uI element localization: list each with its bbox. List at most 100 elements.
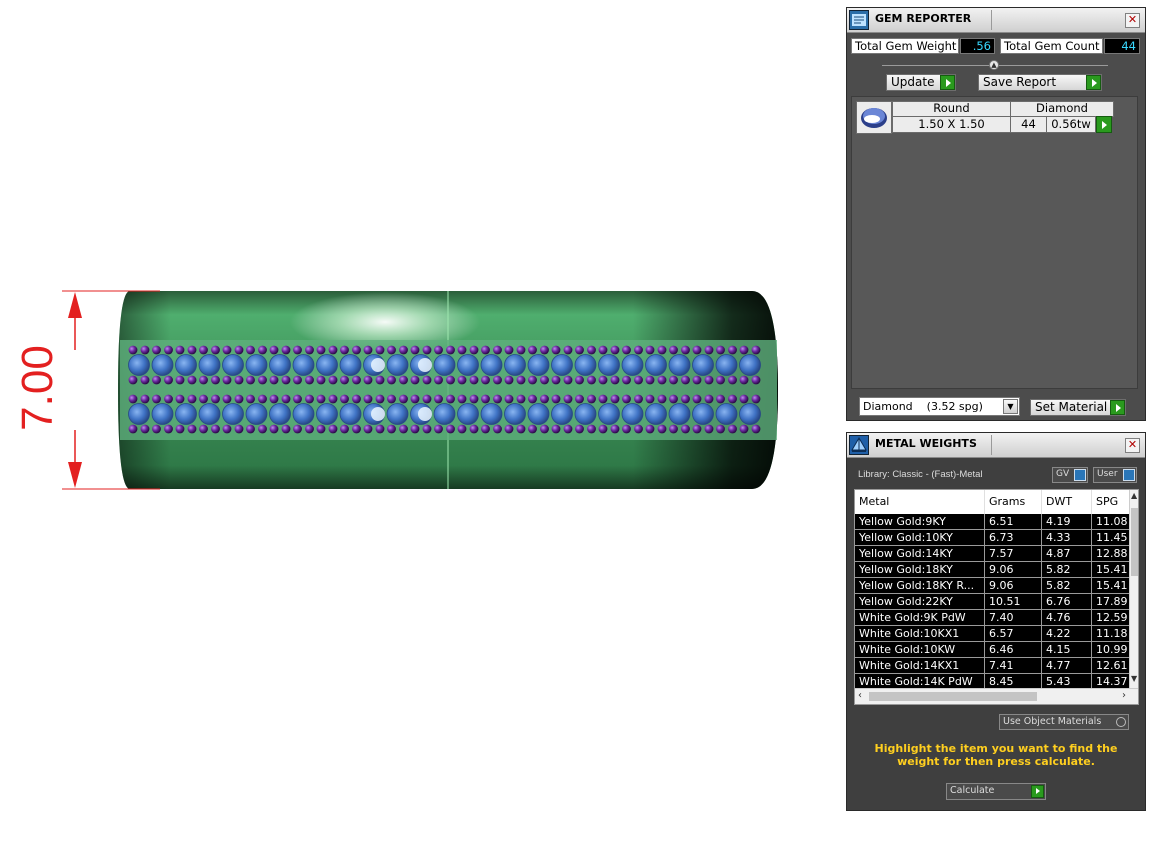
gem-list-item[interactable]: Round Diamond 1.50 X 1.50 44 0.56tw [856,101,1116,135]
gem-stone [269,354,291,376]
total-gem-weight-label: Total Gem Weight [851,38,959,54]
gem-highlight [418,407,432,421]
table-row[interactable]: Yellow Gold:10KY 6.73 4.33 11.45 [855,530,1130,546]
table-cell-dwt: 4.76 [1042,610,1092,626]
material-select-value: Diamond (3.52 spg) [863,400,983,413]
table-row[interactable]: Yellow Gold:18KY 9.06 5.82 15.41 [855,562,1130,578]
horizontal-scrollbar[interactable]: ‹ › [855,688,1138,704]
collapse-toggle-icon[interactable]: ▲ [989,60,999,70]
prong [128,375,138,385]
update-button[interactable]: Update [886,74,956,91]
gem-stone [128,354,150,376]
scroll-thumb[interactable] [1131,508,1138,576]
prong [211,394,220,404]
table-row[interactable]: Yellow Gold:18KY R... 9.06 5.82 15.41 [855,578,1130,594]
table-row[interactable]: White Gold:10KX1 6.57 4.22 11.18 [855,626,1130,642]
user-toggle[interactable]: User [1093,467,1137,483]
scroll-up-icon[interactable]: ▲ [1131,491,1137,500]
prong [164,424,173,434]
column-header-spg[interactable]: SPG [1092,490,1130,514]
scroll-thumb[interactable] [869,692,1037,701]
use-object-materials-toggle[interactable]: Use Object Materials [999,714,1129,730]
prong [575,394,584,404]
prong [187,424,197,434]
prong [516,345,526,355]
close-icon[interactable]: ✕ [1125,13,1140,28]
prong [493,424,502,434]
prong [375,424,385,434]
close-icon[interactable]: ✕ [1125,438,1140,453]
prong [598,345,608,355]
gem-reporter-titlebar[interactable]: GEM REPORTER ✕ [847,8,1145,33]
metal-weights-titlebar[interactable]: METAL WEIGHTS ✕ [847,433,1145,458]
gem-shape-header: Round [892,101,1011,117]
prong [563,424,573,434]
gem-stone [480,354,503,376]
gem-row-arrow-button[interactable] [1096,116,1112,133]
calculate-button[interactable]: Calculate [946,783,1046,800]
prong [751,424,761,434]
prong [363,424,373,434]
scroll-down-icon[interactable]: ▼ [1131,674,1137,683]
gem-list-area[interactable]: Round Diamond 1.50 X 1.50 44 0.56tw [851,96,1138,389]
column-header-metal[interactable]: Metal [855,490,985,514]
prong [211,345,220,355]
table-row[interactable]: Yellow Gold:14KY 7.57 4.87 12.88 [855,546,1130,562]
table-row[interactable]: Yellow Gold:9KY 6.51 4.19 11.08 [855,514,1130,530]
prong [422,375,432,385]
gem-stone [621,354,644,376]
column-header-dwt[interactable]: DWT [1042,490,1092,514]
prong [704,424,714,434]
prong [387,424,396,434]
prong [258,375,267,385]
table-row[interactable]: White Gold:10KW 6.46 4.15 10.99 [855,642,1130,658]
table-row[interactable]: Yellow Gold:22KY 10.51 6.76 17.89 [855,594,1130,610]
column-header-grams[interactable]: Grams [985,490,1042,514]
prong [516,394,526,404]
prong [164,375,173,385]
save-report-button[interactable]: Save Report [978,74,1102,91]
prong [751,345,761,355]
prong [739,375,749,385]
gem-type-header: Diamond [1010,101,1114,117]
table-row[interactable]: White Gold:9K PdW 7.40 4.76 12.59 [855,610,1130,626]
gv-toggle[interactable]: GV [1052,467,1088,483]
total-gem-count-label: Total Gem Count [1000,38,1103,54]
prong [610,345,620,355]
3d-viewport[interactable]: 7.00 [0,0,840,848]
prong [211,375,220,385]
scroll-left-icon[interactable]: ‹ [858,690,862,701]
set-material-button[interactable]: Set Material [1030,399,1126,416]
metal-weights-table[interactable]: Metal Grams DWT SPG Yellow Gold:9KY 6.51 4… [854,489,1139,705]
gem-stone [151,354,174,376]
prong [140,394,150,404]
prong [540,345,549,355]
prong [269,375,279,385]
material-select[interactable]: Diamond (3.52 spg) ▼ [859,397,1020,416]
prong [457,345,467,355]
prong [645,375,655,385]
prong [328,375,338,385]
metal-weights-panel: METAL WEIGHTS ✕ Library: Classic - (Fast… [846,432,1146,811]
table-cell-dwt: 4.33 [1042,530,1092,546]
prong [434,375,443,385]
prong [516,375,526,385]
table-cell-metal: Yellow Gold:18KY R... [855,578,985,594]
prong [281,424,291,434]
table-cell-grams: 7.41 [985,658,1042,674]
chevron-down-icon[interactable]: ▼ [1003,399,1018,414]
scroll-right-icon[interactable]: › [1122,690,1126,701]
prong [387,394,396,404]
table-row[interactable]: White Gold:14KX1 7.41 4.77 12.61 [855,658,1130,674]
table-cell-dwt: 4.87 [1042,546,1092,562]
gem-stone [151,403,174,425]
gem-stone [292,354,315,376]
prong [716,424,725,434]
prong [728,394,737,404]
prong [140,424,150,434]
gem-stone [433,354,456,376]
prong [692,375,702,385]
vertical-scrollbar[interactable]: ▲ ▼ [1129,490,1138,688]
prong [316,375,326,385]
prong [152,394,161,404]
